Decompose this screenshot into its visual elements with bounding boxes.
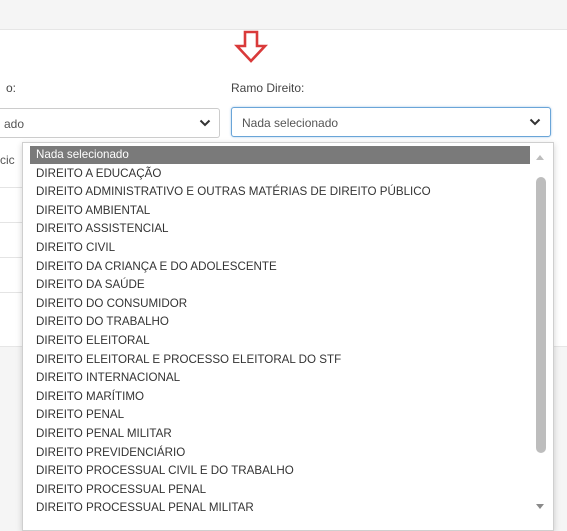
dropdown-option[interactable]: DIREITO DO CONSUMIDOR xyxy=(36,295,536,313)
dropdown-option[interactable]: DIREITO MARÍTIMO xyxy=(36,388,536,406)
dropdown-option[interactable]: DIREITO PENAL xyxy=(36,406,536,424)
dropdown-option[interactable]: DIREITO DO TRABALHO xyxy=(36,313,536,331)
scroll-down-icon[interactable] xyxy=(535,503,545,511)
dropdown-option-selected[interactable]: Nada selecionado xyxy=(30,146,530,164)
dropdown-option[interactable]: DIREITO PENAL MILITAR xyxy=(36,425,536,443)
ramo-direito-dropdown-list[interactable]: Nada selecionado DIREITO A EDUCAÇÃO DIREIT… xyxy=(22,142,554,531)
scroll-up-icon[interactable] xyxy=(535,153,545,161)
dropdown-option[interactable]: DIREITO DA CRIANÇA E DO ADOLESCENTE xyxy=(36,258,536,276)
partially-hidden-label: cic xyxy=(0,153,15,167)
ramo-direito-select-value: Nada selecionado xyxy=(242,116,339,130)
ramo-direito-label: Ramo Direito: xyxy=(231,81,305,95)
ramo-direito-select[interactable]: Nada selecionado xyxy=(231,107,551,137)
dropdown-option[interactable]: DIREITO AMBIENTAL xyxy=(36,202,536,220)
dropdown-option[interactable]: DIREITO ELEITORAL E PROCESSO ELEITORAL D… xyxy=(36,351,536,369)
dropdown-option[interactable]: DIREITO DA SAÚDE xyxy=(36,276,536,294)
chevron-down-icon xyxy=(199,119,211,127)
scrollbar-thumb[interactable] xyxy=(536,177,546,453)
left-select[interactable]: ado xyxy=(0,108,220,138)
dropdown-option[interactable]: DIREITO ELEITORAL xyxy=(36,332,536,350)
dropdown-option[interactable]: DIREITO ADMINISTRATIVO E OUTRAS MATÉRIAS… xyxy=(36,183,536,201)
left-select-value: ado xyxy=(4,117,25,131)
dropdown-option[interactable]: DIREITO INTERNACIONAL xyxy=(36,369,536,387)
chevron-down-icon xyxy=(529,118,541,126)
dropdown-option[interactable]: DIREITO ASSISTENCIAL xyxy=(36,220,536,238)
top-band xyxy=(0,0,567,30)
red-down-arrow-icon xyxy=(234,30,268,63)
dropdown-option[interactable]: DIREITO PREVIDENCIÁRIO xyxy=(36,444,536,462)
dropdown-option[interactable]: DIREITO A EDUCAÇÃO xyxy=(36,165,536,183)
dropdown-option[interactable]: DIREITO PROCESSUAL PENAL xyxy=(36,481,536,499)
dropdown-option[interactable]: DIREITO CIVIL xyxy=(36,239,536,257)
dropdown-option[interactable]: DIREITO PROCESSUAL PENAL MILITAR xyxy=(36,499,536,517)
left-field-label: o: xyxy=(6,81,17,95)
dropdown-option[interactable]: DIREITO PROCESSUAL CIVIL E DO TRABALHO xyxy=(36,462,536,480)
